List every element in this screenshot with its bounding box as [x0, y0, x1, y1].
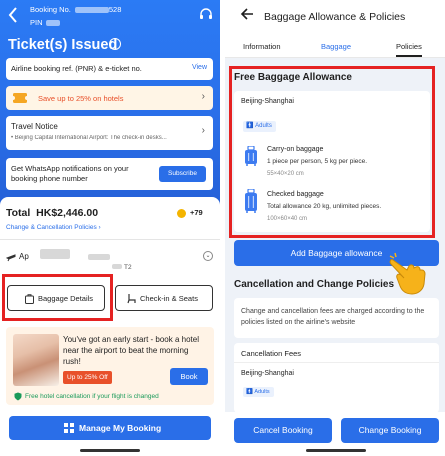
redacted-flight-info — [112, 264, 122, 269]
home-indicator — [80, 449, 140, 452]
page-title: Ticket(s) Issued — [8, 37, 118, 53]
expand-icon[interactable]: ⌄ — [203, 251, 213, 261]
fees-route-label: Beijing-Shanghai — [241, 370, 294, 377]
redacted-pin — [45, 20, 60, 27]
travel-notice-title: Travel Notice — [11, 122, 58, 131]
coupon-icon — [13, 93, 27, 103]
pnr-label: Airline booking ref. (PNR) & e-ticket no… — [11, 64, 142, 73]
hotel-photo — [13, 334, 59, 386]
terminal-label: T2 — [124, 264, 132, 271]
chevron-right-icon: › — [201, 125, 205, 136]
discount-tag: Up to 25% Off — [63, 371, 112, 384]
divider — [234, 362, 439, 363]
back-arrow-icon[interactable] — [240, 7, 254, 21]
total-price: Total HK$2,446.00 — [6, 207, 99, 219]
hotel-offer-text: You've got an early start - book a hotel… — [63, 335, 199, 366]
change-policies-link[interactable]: Change & Cancellation Policies › — [6, 224, 101, 231]
coin-icon — [177, 209, 186, 218]
back-arrow-icon[interactable] — [6, 6, 20, 24]
divider — [0, 239, 220, 240]
cancellation-policy-card: Change and cancellation fees are charged… — [234, 298, 439, 338]
free-cancellation-note: Free hotel cancellation if your flight i… — [25, 393, 159, 400]
subscribe-button[interactable]: Subscribe — [159, 166, 206, 182]
shield-icon — [14, 392, 22, 401]
plane-icon — [6, 254, 16, 262]
tab-information[interactable]: Information — [243, 42, 281, 51]
points-value: +79 — [190, 208, 203, 217]
hotel-promo-banner[interactable]: Save up to 25% on hotels › — [6, 86, 213, 110]
highlight-box — [2, 274, 113, 321]
travel-notice-card[interactable]: Travel Notice • Beijing Capital Internat… — [6, 116, 213, 150]
whatsapp-card: Get WhatsApp notifications on your booki… — [6, 158, 213, 190]
travel-notice-text: • Beijing Capital International Airport:… — [11, 135, 167, 141]
booking-number: Booking No. 528 — [30, 5, 122, 14]
redacted-flight-info — [40, 249, 70, 259]
adults-badge: 🚹 Adults — [243, 387, 274, 397]
page-title: Baggage Allowance & Policies — [264, 11, 406, 23]
tab-baggage[interactable]: Baggage — [321, 42, 351, 51]
whatsapp-text: Get WhatsApp notifications on your booki… — [11, 164, 129, 183]
tab-bar: Information Baggage Policies — [225, 34, 445, 58]
chevron-right-icon: › — [201, 91, 205, 102]
cancel-booking-button[interactable]: Cancel Booking — [234, 418, 332, 443]
manage-booking-button[interactable]: Manage My Booking — [9, 416, 211, 440]
flight-airport: Ap — [19, 252, 29, 261]
cancellation-policies-title: Cancellation and Change Policies — [234, 279, 395, 290]
grid-icon — [64, 423, 74, 433]
pointing-hand-icon — [389, 252, 426, 295]
manage-booking-label: Manage My Booking — [79, 423, 162, 433]
change-booking-button[interactable]: Change Booking — [341, 418, 439, 443]
promo-label: Save up to 25% on hotels — [38, 94, 124, 103]
checkin-seats-label: Check-in & Seats — [140, 294, 198, 303]
cancellation-fees-title: Cancellation Fees — [241, 349, 302, 358]
info-icon[interactable]: i — [109, 38, 121, 50]
hotel-offer-card: You've got an early start - book a hotel… — [6, 327, 214, 405]
seat-icon — [127, 294, 136, 304]
pin-label: PIN — [30, 18, 60, 27]
headset-icon[interactable] — [199, 8, 213, 22]
highlight-box — [229, 66, 435, 238]
view-link[interactable]: View — [192, 64, 207, 71]
book-hotel-button[interactable]: Book — [170, 368, 208, 385]
checkin-seats-button[interactable]: Check-in & Seats — [115, 285, 213, 311]
redacted-booking-number — [74, 7, 109, 14]
pnr-card[interactable]: Airline booking ref. (PNR) & e-ticket no… — [6, 58, 213, 80]
cancellation-policy-text: Change and cancellation fees are charged… — [241, 308, 425, 326]
tab-policies[interactable]: Policies — [396, 42, 422, 57]
home-indicator — [306, 449, 366, 452]
redacted-flight-info — [88, 254, 110, 260]
